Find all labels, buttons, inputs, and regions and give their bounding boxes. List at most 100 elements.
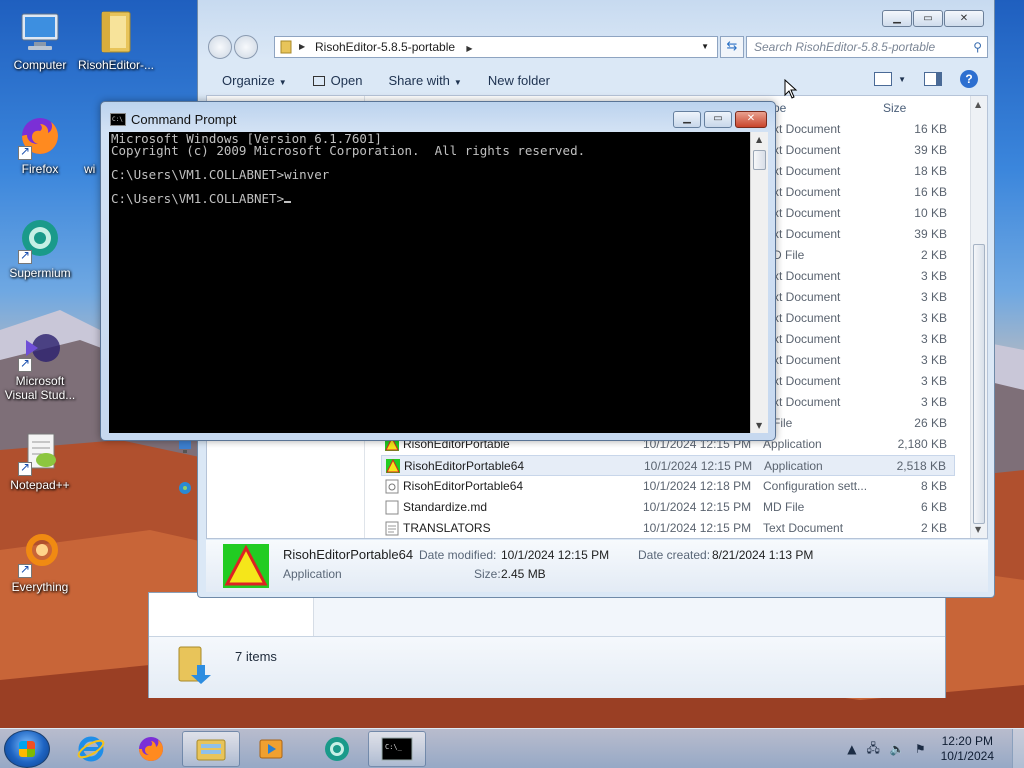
preview-pane-icon[interactable] xyxy=(924,72,942,86)
scrollbar-thumb[interactable] xyxy=(973,244,985,524)
taskbar-windows-explorer[interactable] xyxy=(182,731,240,767)
command-prompt-window[interactable]: C:\ Command Prompt ▁ ▭ ✕ Microsoft Windo… xyxy=(100,101,776,441)
view-icon xyxy=(874,72,893,86)
address-dropdown-icon[interactable]: ▼ xyxy=(701,37,709,57)
toolbar-right: ▼ ? xyxy=(874,70,978,88)
table-row[interactable]: RisohEditorPortable64 10/1/2024 12:15 PM A… xyxy=(381,455,955,476)
breadcrumb-folder[interactable]: RisohEditor-5.8.5-portable xyxy=(315,40,455,54)
file-size: 2 KB xyxy=(920,248,947,262)
file-size: 2 KB xyxy=(920,521,947,535)
desktop-icon-label: wi xyxy=(84,162,96,176)
close-button[interactable]: ✕ xyxy=(735,111,767,128)
open-label: Open xyxy=(330,72,363,88)
close-button[interactable]: ✕ xyxy=(944,10,984,27)
taskbar-command-prompt[interactable]: C:\_ xyxy=(368,731,426,767)
minimize-button[interactable]: ▁ xyxy=(882,10,912,27)
shortcut-arrow-icon xyxy=(18,356,32,372)
organize-button[interactable]: Organize ▼ xyxy=(206,73,297,88)
search-placeholder: Search RisohEditor-5.8.5-portable xyxy=(754,40,936,54)
desktop-icon-everything[interactable]: Everything xyxy=(0,530,80,594)
scroll-up-icon[interactable]: ▲ xyxy=(756,135,762,144)
breadcrumb-chevron-icon[interactable]: ▶ xyxy=(299,37,305,57)
table-row[interactable]: Standardize.md 10/1/2024 12:15 PM MD File 6… xyxy=(381,497,955,518)
change-view-button[interactable]: ▼ xyxy=(874,72,906,86)
table-row[interactable]: TRANSLATORS 10/1/2024 12:15 PM Text Docume… xyxy=(381,518,955,539)
maximize-button[interactable]: ▭ xyxy=(913,10,943,27)
command-bar: Organize ▼ Open Share with ▼ New folder ▼ … xyxy=(206,66,988,94)
share-with-label: Share with xyxy=(388,72,450,88)
breadcrumb-chevron-icon[interactable]: ▶ xyxy=(466,44,472,53)
shortcut-arrow-icon xyxy=(18,460,32,476)
table-row[interactable]: RisohEditorPortable64 10/1/2024 12:18 PM C… xyxy=(381,476,955,497)
search-input[interactable]: Search RisohEditor-5.8.5-portable ⚲ xyxy=(746,36,988,58)
start-button[interactable] xyxy=(4,730,50,768)
file-size: 6 KB xyxy=(920,500,947,514)
internet-explorer-icon xyxy=(77,736,105,762)
taskbar-internet-explorer[interactable] xyxy=(62,731,120,767)
vertical-scrollbar[interactable]: ▲ ▼ xyxy=(970,96,987,538)
console-line: C:\Users\VM1.COLLABNET>winver xyxy=(111,167,330,182)
desktop-icon-label: Notepad++ xyxy=(10,478,70,492)
file-type: MD File xyxy=(763,500,805,514)
firefox-icon xyxy=(139,737,163,761)
show-desktop-button[interactable] xyxy=(1012,729,1024,768)
homegroup-icon[interactable] xyxy=(177,480,193,496)
scrollbar-thumb[interactable] xyxy=(753,150,766,170)
maximize-button[interactable]: ▭ xyxy=(704,111,732,128)
file-icon xyxy=(385,500,399,515)
network-icon[interactable]: 🖧 xyxy=(867,739,880,760)
file-type: D File xyxy=(773,248,805,262)
address-bar[interactable]: ▶ RisohEditor-5.8.5-portable ▶ ▼ xyxy=(274,36,718,58)
desktop-icon-risoheditor-folder[interactable]: RisohEditor-... xyxy=(76,8,156,72)
desktop-icon-partial[interactable]: wi xyxy=(56,162,96,176)
scroll-down-icon[interactable]: ▼ xyxy=(975,525,981,534)
refresh-button[interactable]: ⇆ xyxy=(720,36,744,58)
file-name: Standardize.md xyxy=(403,500,488,514)
minimize-button[interactable]: ▁ xyxy=(673,111,701,128)
folder-icon xyxy=(279,39,295,54)
media-player-icon xyxy=(259,739,283,759)
scroll-up-icon[interactable]: ▲ xyxy=(975,100,981,109)
config-file-icon xyxy=(385,479,399,494)
column-header-size[interactable]: Size xyxy=(883,96,906,120)
desktop-icon-supermium[interactable]: Supermium xyxy=(0,216,80,280)
background-explorer-window[interactable]: 7 items xyxy=(148,592,946,698)
clock[interactable]: 12:20 PM 10/1/2024 xyxy=(941,734,994,764)
mouse-pointer-icon xyxy=(784,79,798,99)
file-size: 3 KB xyxy=(920,311,947,325)
desktop-icon-notepadpp[interactable]: Notepad++ xyxy=(0,428,80,492)
taskbar-supermium[interactable] xyxy=(308,731,366,767)
new-folder-button[interactable]: New folder xyxy=(472,73,560,88)
forward-button[interactable] xyxy=(234,35,258,59)
taskbar-media-player[interactable] xyxy=(242,731,300,767)
open-button[interactable]: Open xyxy=(297,73,373,88)
taskbar-firefox[interactable] xyxy=(122,731,180,767)
date-created-label: Date created: xyxy=(638,548,711,562)
file-type: xt Document xyxy=(773,269,841,283)
console-line: C:\Users\VM1.COLLABNET> xyxy=(111,192,748,205)
file-type: xt Document xyxy=(773,395,841,409)
file-size: 16 KB xyxy=(914,185,947,199)
scroll-down-icon[interactable]: ▼ xyxy=(756,421,762,430)
date-modified-value: 10/1/2024 12:15 PM xyxy=(501,548,610,562)
file-size: 8 KB xyxy=(920,479,947,493)
console-scrollbar[interactable]: ▲ ▼ xyxy=(750,132,768,433)
chevron-down-icon: ▼ xyxy=(453,77,462,87)
back-button[interactable] xyxy=(208,35,232,59)
search-icon[interactable]: ⚲ xyxy=(973,37,982,57)
share-with-button[interactable]: Share with ▼ xyxy=(372,73,471,88)
file-size: 2,518 KB xyxy=(896,459,946,473)
help-icon[interactable]: ? xyxy=(960,70,978,88)
desktop-icon-label: Everything xyxy=(11,580,69,594)
volume-muted-icon[interactable]: 🔈 xyxy=(890,742,905,756)
taskbar: C:\_ ▲ 🖧 🔈 ⚑ 12:20 PM 10/1/2024 xyxy=(0,728,1024,768)
desktop-icon-computer[interactable]: Computer xyxy=(0,8,80,72)
file-type: xt Document xyxy=(773,332,841,346)
file-type: xt Document xyxy=(773,290,841,304)
desktop-icon-visual-studio[interactable]: Microsoft Visual Stud... xyxy=(0,324,80,402)
action-center-flag-icon[interactable]: ⚑ xyxy=(915,742,926,756)
show-hidden-icons-icon[interactable]: ▲ xyxy=(847,742,856,756)
console-output[interactable]: Microsoft Windows [Version 6.1.7601] Copy… xyxy=(109,132,750,433)
shortcut-arrow-icon xyxy=(18,562,32,578)
window-controls: ▁ ▭ ✕ xyxy=(673,111,767,128)
